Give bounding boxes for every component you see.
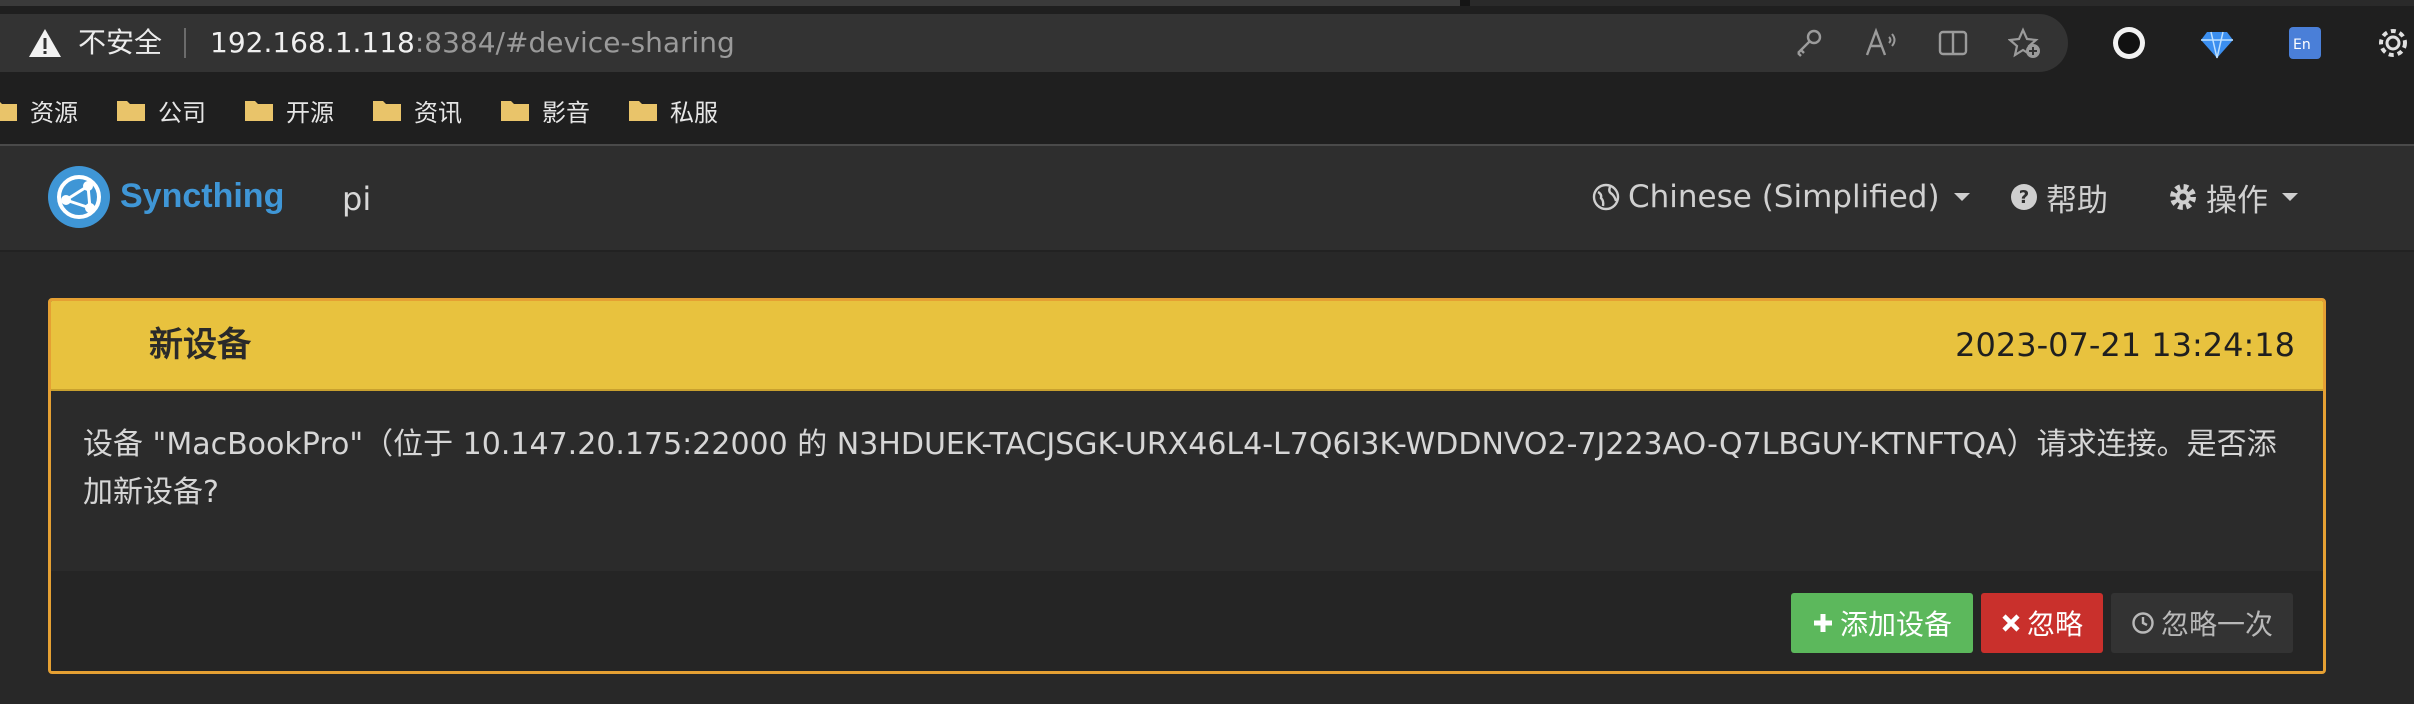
bookmark-folder[interactable]: 开源 — [244, 92, 334, 128]
dismiss-once-label: 忽略一次 — [2160, 608, 2273, 641]
url-path: :8384/#device-sharing — [414, 26, 735, 59]
panel-timestamp: 2023-07-21 13:24:18 — [1955, 326, 2295, 364]
svg-text:En: En — [2293, 37, 2311, 53]
chevron-down-icon — [1953, 193, 1970, 201]
svg-text:?: ? — [2019, 187, 2029, 208]
tab-strip — [0, 0, 2414, 6]
bookmark-folder[interactable]: 私服 — [628, 92, 718, 128]
close-icon — [2002, 614, 2020, 632]
url-text[interactable]: 192.168.1.118:8384/#device-sharing — [210, 26, 735, 60]
bookmark-folder[interactable]: 资讯 — [372, 92, 462, 128]
panel-heading: 新设备 2023-07-21 13:24:18 — [51, 301, 2323, 391]
folder-icon — [117, 101, 145, 121]
add-device-label: 添加设备 — [1839, 608, 1952, 641]
panel-footer: 添加设备 忽略 忽略一次 — [51, 571, 2323, 671]
gear-icon — [2170, 184, 2196, 210]
bookmark-label: 私服 — [670, 98, 718, 127]
add-favorite-icon[interactable] — [2008, 27, 2042, 59]
folder-icon — [373, 101, 401, 121]
device-name: pi — [342, 180, 372, 218]
bookmark-label: 资源 — [30, 98, 78, 127]
warning-icon — [29, 29, 61, 57]
plus-icon — [1813, 614, 1832, 632]
dismiss-once-button[interactable]: 忽略一次 — [2111, 593, 2293, 653]
ignore-button[interactable]: 忽略 — [1981, 593, 2103, 653]
folder-icon — [0, 102, 17, 121]
address-bar[interactable]: 不安全 192.168.1.118:8384/#device-sharing — [0, 14, 2068, 72]
ignore-label: 忽略 — [2026, 608, 2083, 641]
url-host: 192.168.1.118 — [210, 26, 415, 59]
language-label: Chinese (Simplified) — [1628, 179, 1940, 215]
record-extension-icon[interactable] — [2110, 24, 2148, 62]
brand-name[interactable]: Syncthing — [120, 176, 284, 216]
device-request-message: 设备 "MacBookPro"（位于 10.147.20.175:22000 的… — [83, 427, 2277, 510]
help-menu[interactable]: ? 帮助 — [2010, 176, 2108, 219]
language-dropdown[interactable]: Chinese (Simplified) — [1592, 176, 1970, 218]
globe-icon — [1592, 183, 1620, 211]
key-icon[interactable] — [1792, 27, 1826, 59]
browser-chrome: 不安全 192.168.1.118:8384/#device-sharing E… — [0, 0, 2414, 146]
panel-title: 新设备 — [149, 325, 251, 365]
bookmark-folder[interactable]: 公司 — [116, 92, 206, 128]
bookmark-label: 开源 — [286, 98, 334, 127]
gear-extension-icon[interactable] — [2374, 24, 2412, 62]
address-divider — [184, 28, 186, 58]
actions-label: 操作 — [2206, 182, 2268, 219]
diamond-extension-icon[interactable] — [2198, 24, 2236, 62]
security-label[interactable]: 不安全 — [78, 26, 162, 60]
split-screen-icon[interactable] — [1936, 27, 1970, 59]
folder-icon — [629, 101, 657, 121]
clock-icon — [2132, 612, 2154, 634]
tab-strip-segment — [0, 0, 1460, 6]
new-device-panel: 新设备 2023-07-21 13:24:18 设备 "MacBookPro"（… — [48, 298, 2326, 674]
actions-dropdown[interactable]: 操作 — [2168, 176, 2298, 219]
bookmark-label: 资讯 — [414, 98, 462, 127]
syncthing-logo-icon[interactable] — [46, 164, 112, 230]
bookmarks-bar: 资源 公司 开源 资讯 影音 私服 — [0, 86, 2414, 134]
read-aloud-icon[interactable] — [1864, 27, 1898, 59]
bookmark-folder[interactable]: 资源 — [0, 92, 78, 128]
translate-extension-icon[interactable]: En — [2286, 24, 2324, 62]
bookmark-label: 公司 — [158, 98, 206, 127]
navbar: Syncthing pi Chinese (Simplified) ? 帮助 操… — [0, 146, 2414, 252]
help-label: 帮助 — [2046, 182, 2108, 219]
add-device-button[interactable]: 添加设备 — [1791, 593, 1973, 653]
panel-body: 设备 "MacBookPro"（位于 10.147.20.175:22000 的… — [51, 391, 2323, 571]
chevron-down-icon — [2282, 193, 2298, 201]
question-circle-icon: ? — [2011, 184, 2037, 210]
bookmark-folder[interactable]: 影音 — [500, 92, 590, 128]
folder-icon — [501, 101, 529, 121]
bookmark-label: 影音 — [542, 98, 590, 127]
tab-strip-segment — [1470, 0, 2414, 6]
folder-icon — [245, 101, 273, 121]
